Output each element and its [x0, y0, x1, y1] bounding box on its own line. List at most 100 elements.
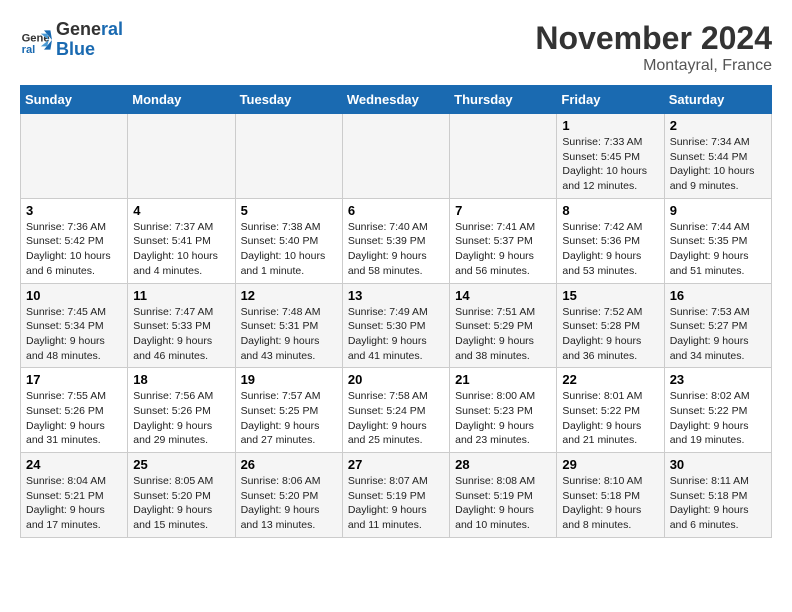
day-info: Sunrise: 7:55 AM Sunset: 5:26 PM Dayligh… [26, 389, 122, 448]
calendar-cell: 23 Sunrise: 8:02 AM Sunset: 5:22 PM Dayli… [664, 368, 771, 453]
calendar-cell: 24Sunrise: 8:04 AM Sunset: 5:21 PM Dayli… [21, 453, 128, 538]
day-number: 14 [455, 288, 551, 303]
day-number: 30 [670, 457, 766, 472]
location: Montayral, France [535, 57, 772, 75]
calendar-cell: 29 Sunrise: 8:10 AM Sunset: 5:18 PM Dayli… [557, 453, 664, 538]
calendar-cell: 16Sunrise: 7:53 AM Sunset: 5:27 PM Dayli… [664, 283, 771, 368]
calendar-cell: 19Sunrise: 7:57 AM Sunset: 5:25 PM Dayli… [235, 368, 342, 453]
calendar-cell: 15 Sunrise: 7:52 AM Sunset: 5:28 PM Dayli… [557, 283, 664, 368]
calendar-cell: 13 Sunrise: 7:49 AM Sunset: 5:30 PM Dayli… [342, 283, 449, 368]
calendar-cell: 12 Sunrise: 7:48 AM Sunset: 5:31 PM Dayli… [235, 283, 342, 368]
header-sunday: Sunday [21, 86, 128, 114]
week-row-3: 10 Sunrise: 7:45 AM Sunset: 5:34 PM Dayli… [21, 283, 772, 368]
day-info: Sunrise: 7:49 AM Sunset: 5:30 PM Dayligh… [348, 305, 444, 364]
calendar-cell: 5Sunrise: 7:38 AM Sunset: 5:40 PM Daylig… [235, 198, 342, 283]
calendar-table: SundayMondayTuesdayWednesdayThursdayFrid… [20, 85, 772, 538]
calendar-cell: 4Sunrise: 7:37 AM Sunset: 5:41 PM Daylig… [128, 198, 235, 283]
day-number: 19 [241, 372, 337, 387]
logo-name: General Blue [56, 20, 123, 60]
day-info: Sunrise: 7:51 AM Sunset: 5:29 PM Dayligh… [455, 305, 551, 364]
calendar-cell: 18 Sunrise: 7:56 AM Sunset: 5:26 PM Dayli… [128, 368, 235, 453]
week-row-5: 24Sunrise: 8:04 AM Sunset: 5:21 PM Dayli… [21, 453, 772, 538]
day-info: Sunrise: 7:52 AM Sunset: 5:28 PM Dayligh… [562, 305, 658, 364]
day-info: Sunrise: 8:06 AM Sunset: 5:20 PM Dayligh… [241, 474, 337, 533]
day-number: 2 [670, 118, 766, 133]
day-info: Sunrise: 7:44 AM Sunset: 5:35 PM Dayligh… [670, 220, 766, 279]
day-info: Sunrise: 7:38 AM Sunset: 5:40 PM Dayligh… [241, 220, 337, 279]
day-info: Sunrise: 8:07 AM Sunset: 5:19 PM Dayligh… [348, 474, 444, 533]
header-thursday: Thursday [450, 86, 557, 114]
week-row-4: 17 Sunrise: 7:55 AM Sunset: 5:26 PM Dayli… [21, 368, 772, 453]
week-row-1: 1Sunrise: 7:33 AM Sunset: 5:45 PM Daylig… [21, 114, 772, 199]
day-info: Sunrise: 7:36 AM Sunset: 5:42 PM Dayligh… [26, 220, 122, 279]
logo: Gene ral General Blue [20, 20, 123, 60]
day-number: 9 [670, 203, 766, 218]
day-number: 21 [455, 372, 551, 387]
day-info: Sunrise: 8:00 AM Sunset: 5:23 PM Dayligh… [455, 389, 551, 448]
day-info: Sunrise: 7:45 AM Sunset: 5:34 PM Dayligh… [26, 305, 122, 364]
calendar-cell: 26 Sunrise: 8:06 AM Sunset: 5:20 PM Dayli… [235, 453, 342, 538]
calendar-cell [21, 114, 128, 199]
calendar-cell [128, 114, 235, 199]
day-info: Sunrise: 8:01 AM Sunset: 5:22 PM Dayligh… [562, 389, 658, 448]
week-row-2: 3 Sunrise: 7:36 AM Sunset: 5:42 PM Daylig… [21, 198, 772, 283]
calendar-cell [450, 114, 557, 199]
day-info: Sunrise: 8:11 AM Sunset: 5:18 PM Dayligh… [670, 474, 766, 533]
calendar-cell: 10 Sunrise: 7:45 AM Sunset: 5:34 PM Dayli… [21, 283, 128, 368]
title-block: November 2024 Montayral, France [535, 20, 772, 75]
day-number: 10 [26, 288, 122, 303]
day-number: 23 [670, 372, 766, 387]
calendar-cell: 17 Sunrise: 7:55 AM Sunset: 5:26 PM Dayli… [21, 368, 128, 453]
header-monday: Monday [128, 86, 235, 114]
calendar-cell: 11Sunrise: 7:47 AM Sunset: 5:33 PM Dayli… [128, 283, 235, 368]
day-number: 17 [26, 372, 122, 387]
day-number: 1 [562, 118, 658, 133]
day-number: 28 [455, 457, 551, 472]
day-number: 3 [26, 203, 122, 218]
day-number: 25 [133, 457, 229, 472]
calendar-cell: 27 Sunrise: 8:07 AM Sunset: 5:19 PM Dayli… [342, 453, 449, 538]
day-number: 27 [348, 457, 444, 472]
calendar-cell: 3 Sunrise: 7:36 AM Sunset: 5:42 PM Daylig… [21, 198, 128, 283]
header-tuesday: Tuesday [235, 86, 342, 114]
calendar-cell [235, 114, 342, 199]
svg-text:ral: ral [22, 44, 36, 56]
calendar-cell: 6Sunrise: 7:40 AM Sunset: 5:39 PM Daylig… [342, 198, 449, 283]
calendar-cell: 2 Sunrise: 7:34 AM Sunset: 5:44 PM Daylig… [664, 114, 771, 199]
day-number: 18 [133, 372, 229, 387]
day-info: Sunrise: 7:48 AM Sunset: 5:31 PM Dayligh… [241, 305, 337, 364]
day-info: Sunrise: 7:34 AM Sunset: 5:44 PM Dayligh… [670, 135, 766, 194]
day-number: 26 [241, 457, 337, 472]
day-number: 15 [562, 288, 658, 303]
day-number: 22 [562, 372, 658, 387]
day-info: Sunrise: 7:53 AM Sunset: 5:27 PM Dayligh… [670, 305, 766, 364]
day-info: Sunrise: 7:56 AM Sunset: 5:26 PM Dayligh… [133, 389, 229, 448]
calendar-header-row: SundayMondayTuesdayWednesdayThursdayFrid… [21, 86, 772, 114]
header-friday: Friday [557, 86, 664, 114]
day-info: Sunrise: 7:42 AM Sunset: 5:36 PM Dayligh… [562, 220, 658, 279]
calendar-cell: 8Sunrise: 7:42 AM Sunset: 5:36 PM Daylig… [557, 198, 664, 283]
day-number: 24 [26, 457, 122, 472]
calendar-cell: 1Sunrise: 7:33 AM Sunset: 5:45 PM Daylig… [557, 114, 664, 199]
day-number: 6 [348, 203, 444, 218]
day-info: Sunrise: 8:08 AM Sunset: 5:19 PM Dayligh… [455, 474, 551, 533]
day-info: Sunrise: 7:58 AM Sunset: 5:24 PM Dayligh… [348, 389, 444, 448]
day-number: 7 [455, 203, 551, 218]
calendar-cell: 9 Sunrise: 7:44 AM Sunset: 5:35 PM Daylig… [664, 198, 771, 283]
day-number: 4 [133, 203, 229, 218]
day-info: Sunrise: 8:02 AM Sunset: 5:22 PM Dayligh… [670, 389, 766, 448]
calendar-cell: 25 Sunrise: 8:05 AM Sunset: 5:20 PM Dayli… [128, 453, 235, 538]
header-wednesday: Wednesday [342, 86, 449, 114]
calendar-cell: 20 Sunrise: 7:58 AM Sunset: 5:24 PM Dayli… [342, 368, 449, 453]
day-info: Sunrise: 7:47 AM Sunset: 5:33 PM Dayligh… [133, 305, 229, 364]
calendar-cell: 30 Sunrise: 8:11 AM Sunset: 5:18 PM Dayli… [664, 453, 771, 538]
day-number: 12 [241, 288, 337, 303]
day-info: Sunrise: 8:10 AM Sunset: 5:18 PM Dayligh… [562, 474, 658, 533]
day-number: 20 [348, 372, 444, 387]
day-number: 29 [562, 457, 658, 472]
day-info: Sunrise: 7:41 AM Sunset: 5:37 PM Dayligh… [455, 220, 551, 279]
calendar-cell [342, 114, 449, 199]
calendar-cell: 21 Sunrise: 8:00 AM Sunset: 5:23 PM Dayli… [450, 368, 557, 453]
day-info: Sunrise: 8:05 AM Sunset: 5:20 PM Dayligh… [133, 474, 229, 533]
day-number: 13 [348, 288, 444, 303]
